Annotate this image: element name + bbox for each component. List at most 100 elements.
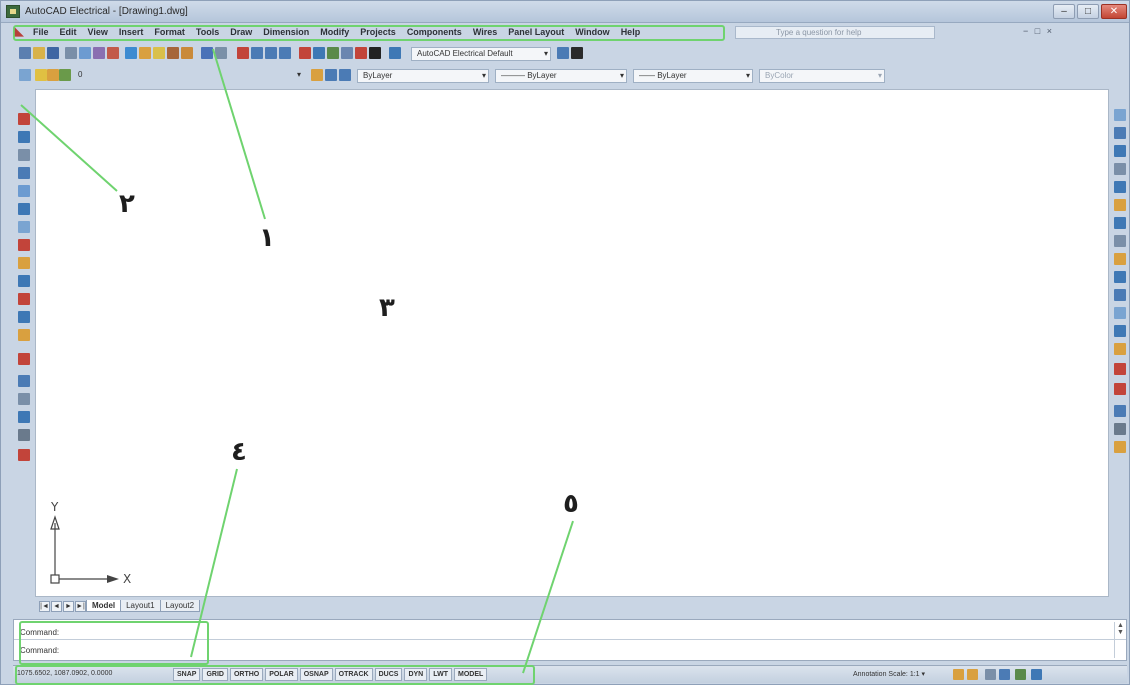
layer-freeze-icon[interactable]	[47, 69, 59, 81]
color-select[interactable]: ByLayer ▾	[357, 69, 489, 83]
schematic-tool-icon[interactable]	[18, 429, 30, 441]
command-scrollbar[interactable]: ▲ ▼	[1114, 622, 1126, 658]
layer-state-icon[interactable]	[339, 69, 351, 81]
annotation-visibility-icon[interactable]	[953, 669, 964, 680]
schematic-tool-icon[interactable]	[18, 203, 30, 215]
lineweight-select[interactable]: —— ByLayer ▾	[633, 69, 753, 83]
schematic-tool-icon[interactable]	[18, 185, 30, 197]
schematic-tool-icon[interactable]	[18, 449, 30, 461]
panel-tool-icon[interactable]	[1114, 423, 1126, 435]
undo-icon[interactable]	[201, 47, 213, 59]
schematic-tool-icon[interactable]	[18, 221, 30, 233]
schematic-tool-icon[interactable]	[18, 167, 30, 179]
menu-view[interactable]: View	[88, 27, 108, 37]
panel-tool-icon[interactable]	[1114, 109, 1126, 121]
grid-toggle[interactable]: GRID	[202, 668, 228, 681]
menu-draw[interactable]: Draw	[230, 27, 252, 37]
schematic-tool-icon[interactable]	[18, 149, 30, 161]
make-current-layer-icon[interactable]	[311, 69, 323, 81]
publish-icon[interactable]	[93, 47, 105, 59]
preview-icon[interactable]	[79, 47, 91, 59]
snap-toggle[interactable]: SNAP	[173, 668, 201, 681]
save-icon[interactable]	[47, 47, 59, 59]
cut-icon[interactable]	[125, 47, 137, 59]
lwt-toggle[interactable]: LWT	[429, 668, 452, 681]
tray-settings-icon[interactable]	[999, 669, 1010, 680]
layer-select[interactable]: 0 ▾	[73, 69, 303, 83]
drawing-canvas[interactable]	[35, 89, 1109, 597]
plotstyle-select[interactable]: ByColor ▾	[759, 69, 885, 83]
open-icon[interactable]	[33, 47, 45, 59]
tab-layout1[interactable]: Layout1	[120, 600, 161, 612]
layer-previous-icon[interactable]	[325, 69, 337, 81]
menu-dimension[interactable]: Dimension	[263, 27, 309, 37]
dyn-toggle[interactable]: DYN	[404, 668, 428, 681]
panel-tool-icon[interactable]	[1114, 343, 1126, 355]
copy-icon[interactable]	[139, 47, 151, 59]
calculator-icon[interactable]	[369, 47, 381, 59]
osnap-toggle[interactable]: OSNAP	[299, 668, 333, 681]
workspace-lock-icon[interactable]	[571, 47, 583, 59]
last-tab-button[interactable]: ►|	[75, 600, 86, 612]
linetype-select[interactable]: ——— ByLayer ▾	[495, 69, 627, 83]
layer-on-icon[interactable]	[35, 69, 47, 81]
pan-icon[interactable]	[237, 47, 249, 59]
panel-tool-icon[interactable]	[1114, 127, 1126, 139]
schematic-tool-icon[interactable]	[18, 311, 30, 323]
sheet-set-icon[interactable]	[341, 47, 353, 59]
panel-tool-icon[interactable]	[1114, 217, 1126, 229]
workspace-settings-icon[interactable]	[557, 47, 569, 59]
panel-tool-icon[interactable]	[1114, 145, 1126, 157]
panel-tool-icon[interactable]	[1114, 405, 1126, 417]
document-menu-icon[interactable]: ◣	[15, 26, 29, 38]
schematic-tool-icon[interactable]	[18, 393, 30, 405]
schematic-tool-icon[interactable]	[18, 239, 30, 251]
menu-tools[interactable]: Tools	[196, 27, 219, 37]
help-search-input[interactable]: Type a question for help	[735, 26, 935, 39]
maximize-button[interactable]: □	[1077, 4, 1099, 19]
otrack-toggle[interactable]: OTRACK	[334, 668, 373, 681]
ortho-toggle[interactable]: ORTHO	[229, 668, 264, 681]
plot-icon[interactable]	[65, 47, 77, 59]
model-toggle[interactable]: MODEL	[454, 668, 488, 681]
schematic-tool-icon[interactable]	[18, 257, 30, 269]
redo-icon[interactable]	[215, 47, 227, 59]
paste-icon[interactable]	[153, 47, 165, 59]
zoom-window-icon[interactable]	[265, 47, 277, 59]
annotation-scale-select[interactable]: Annotation Scale: 1:1 ▾	[853, 670, 925, 678]
design-center-icon[interactable]	[313, 47, 325, 59]
properties-icon[interactable]	[299, 47, 311, 59]
menu-insert[interactable]: Insert	[119, 27, 144, 37]
panel-tool-icon[interactable]	[1114, 383, 1126, 395]
menu-projects[interactable]: Projects	[360, 27, 396, 37]
title-bar[interactable]: AutoCAD Electrical - [Drawing1.dwg] – □ …	[1, 1, 1129, 23]
tool-palette-icon[interactable]	[327, 47, 339, 59]
schematic-tool-icon[interactable]	[18, 329, 30, 341]
tool-icon[interactable]	[107, 47, 119, 59]
markup-icon[interactable]	[355, 47, 367, 59]
previous-tab-button[interactable]: ◄	[51, 600, 62, 612]
panel-tool-icon[interactable]	[1114, 363, 1126, 375]
ducs-toggle[interactable]: DUCS	[374, 668, 403, 681]
polar-toggle[interactable]: POLAR	[265, 668, 298, 681]
communication-center-icon[interactable]	[1015, 669, 1026, 680]
match-icon[interactable]	[167, 47, 179, 59]
panel-tool-icon[interactable]	[1114, 441, 1126, 453]
panel-tool-icon[interactable]	[1114, 325, 1126, 337]
document-window-controls[interactable]: − □ ×	[1023, 26, 1054, 36]
panel-tool-icon[interactable]	[1114, 271, 1126, 283]
menu-modify[interactable]: Modify	[320, 27, 349, 37]
menu-edit[interactable]: Edit	[60, 27, 77, 37]
autocad-app-icon[interactable]	[6, 5, 20, 18]
panel-tool-icon[interactable]	[1114, 289, 1126, 301]
menu-format[interactable]: Format	[154, 27, 185, 37]
close-button[interactable]: ✕	[1101, 4, 1127, 19]
panel-tool-icon[interactable]	[1114, 199, 1126, 211]
layer-manager-icon[interactable]	[19, 69, 31, 81]
schematic-tool-icon[interactable]	[18, 275, 30, 287]
menu-window[interactable]: Window	[575, 27, 609, 37]
command-prompt-input[interactable]: Command:	[20, 646, 59, 655]
clean-screen-icon[interactable]	[1031, 669, 1042, 680]
schematic-tool-icon[interactable]	[18, 375, 30, 387]
panel-tool-icon[interactable]	[1114, 181, 1126, 193]
